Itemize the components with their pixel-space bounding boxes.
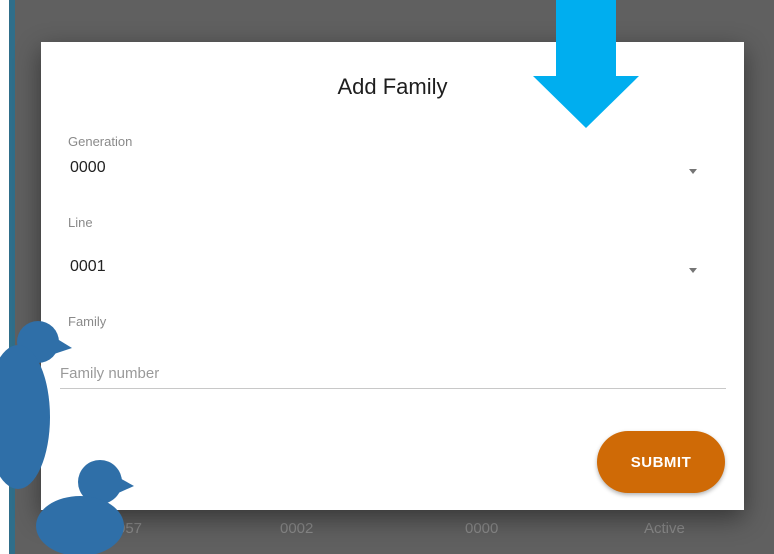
line-label: Line xyxy=(68,215,93,230)
table-cell: 0000 xyxy=(465,520,499,537)
family-label: Family xyxy=(68,314,107,329)
table-cell: 0002 xyxy=(280,520,314,537)
family-number-input[interactable] xyxy=(60,358,726,389)
background-table-row: 057 0002 0000 Active xyxy=(40,510,774,554)
dialog-title: Add Family xyxy=(337,74,448,99)
chevron-down-icon xyxy=(689,169,697,174)
app-edge-accent xyxy=(9,0,15,554)
generation-select[interactable]: 0000 xyxy=(68,152,708,188)
table-cell: 057 xyxy=(117,520,143,537)
line-select[interactable]: 0001 xyxy=(68,250,708,286)
submit-button[interactable]: SUBMIT xyxy=(597,431,725,493)
add-family-dialog: Add Family Generation 0000 Line 0001 Fam… xyxy=(41,42,744,510)
generation-value: 0000 xyxy=(70,159,106,176)
app-edge xyxy=(0,0,9,554)
generation-label: Generation xyxy=(68,134,133,149)
chevron-down-icon xyxy=(689,268,697,273)
table-cell: Active xyxy=(644,520,685,537)
line-value: 0001 xyxy=(70,258,106,275)
